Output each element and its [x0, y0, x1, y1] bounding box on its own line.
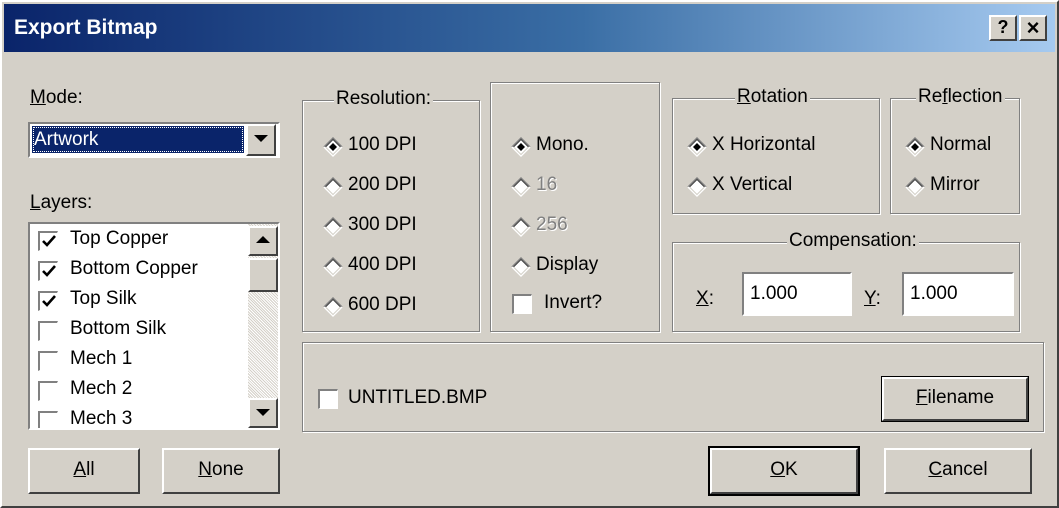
scroll-up-button[interactable]	[248, 226, 278, 256]
layers-label: Layers:	[30, 192, 93, 213]
layer-label: Mech 1	[70, 348, 133, 369]
close-button[interactable]: ×	[1019, 15, 1047, 41]
compensation-title: Compensation:	[787, 230, 919, 252]
layer-label: Top Silk	[70, 288, 137, 309]
rotation-title: Rotation	[735, 86, 810, 108]
checkmark-icon	[41, 295, 56, 307]
export-bitmap-dialog: Export Bitmap ? × Mode: Artwork Layers: …	[0, 0, 1059, 508]
mode-dropdown-button[interactable]	[246, 124, 276, 156]
mode-label: Mode:	[30, 87, 83, 108]
color-radio[interactable]	[510, 136, 532, 164]
ok-button[interactable]: OK	[708, 446, 860, 496]
x-compensation-input[interactable]: 1.000	[742, 272, 852, 316]
checkmark-icon	[41, 265, 56, 277]
x-label: X:	[696, 288, 714, 309]
reflection-radio[interactable]	[904, 176, 926, 204]
resolution-option-label: 100 DPI	[348, 134, 417, 155]
select-none-button[interactable]: None	[162, 448, 280, 494]
color-option-label: Display	[536, 254, 599, 275]
y-compensation-input[interactable]: 1.000	[902, 272, 1014, 316]
invert-checkbox-box[interactable]	[512, 294, 532, 314]
reflection-title: Reflection	[916, 86, 1005, 108]
resolution-option-label: 300 DPI	[348, 214, 417, 235]
filename-button[interactable]: Filename	[881, 376, 1029, 422]
radio-diamond-icon	[687, 137, 707, 157]
layer-label: Mech 3	[70, 408, 133, 429]
layer-label: Bottom Silk	[70, 318, 167, 339]
reflection-option-label: Mirror	[930, 174, 980, 195]
layer-checkbox[interactable]	[38, 351, 58, 371]
resolution-radio[interactable]	[322, 296, 344, 324]
radio-diamond-icon	[323, 297, 343, 317]
radio-diamond-icon	[511, 257, 531, 277]
color-radio	[510, 176, 532, 204]
help-button[interactable]: ?	[989, 15, 1017, 41]
resolution-radio[interactable]	[322, 176, 344, 204]
y-label: Y:	[864, 288, 881, 309]
dialog-title: Export Bitmap	[14, 16, 158, 39]
radio-diamond-icon	[323, 217, 343, 237]
cancel-button[interactable]: Cancel	[884, 448, 1032, 494]
layer-label: Bottom Copper	[70, 258, 198, 279]
layer-checkbox[interactable]	[38, 321, 58, 341]
radio-diamond-icon	[323, 257, 343, 277]
chevron-up-icon	[256, 236, 270, 243]
radio-diamond-icon	[687, 177, 707, 197]
radio-diamond-icon	[511, 177, 531, 197]
chevron-down-icon	[254, 135, 268, 142]
resolution-title: Resolution:	[334, 88, 434, 110]
layers-scrollbar[interactable]	[248, 224, 278, 428]
reflection-option-label: Normal	[930, 134, 992, 155]
output-file-label: UNTITLED.BMP	[348, 387, 488, 408]
radio-diamond-icon	[323, 177, 343, 197]
rotation-radio[interactable]	[686, 176, 708, 204]
invert-label: Invert?	[544, 292, 603, 313]
color-option-label: Mono.	[536, 134, 589, 155]
resolution-option-label: 600 DPI	[348, 294, 417, 315]
color-option-label: 256	[536, 214, 568, 235]
layer-checkbox[interactable]	[38, 381, 58, 401]
reflection-radio[interactable]	[904, 136, 926, 164]
color-radio[interactable]	[510, 256, 532, 284]
resolution-radio[interactable]	[322, 136, 344, 164]
resolution-option-label: 400 DPI	[348, 254, 417, 275]
mode-dropdown[interactable]: Artwork	[28, 122, 280, 158]
layer-checkbox[interactable]	[38, 231, 58, 251]
resolution-option-label: 200 DPI	[348, 174, 417, 195]
resolution-radio[interactable]	[322, 216, 344, 244]
output-file-checkbox-box[interactable]	[318, 389, 338, 409]
chevron-down-icon	[256, 409, 270, 416]
scroll-thumb[interactable]	[248, 258, 278, 292]
resolution-radio[interactable]	[322, 256, 344, 284]
rotation-option-label: X Vertical	[712, 174, 793, 195]
layer-label: Mech 2	[70, 378, 133, 399]
title-bar[interactable]: Export Bitmap ? ×	[4, 4, 1055, 52]
color-radio	[510, 216, 532, 244]
layer-checkbox[interactable]	[38, 261, 58, 281]
rotation-option-label: X Horizontal	[712, 134, 816, 155]
layers-list[interactable]: Top Copper Bottom Copper Top Silk Bottom Si…	[28, 222, 280, 430]
layer-label: Top Copper	[70, 228, 169, 249]
radio-diamond-icon	[323, 137, 343, 157]
radio-diamond-icon	[905, 177, 925, 197]
radio-diamond-icon	[511, 217, 531, 237]
checkmark-icon	[41, 235, 56, 247]
rotation-radio[interactable]	[686, 136, 708, 164]
layer-checkbox[interactable]	[38, 291, 58, 311]
layer-checkbox[interactable]	[38, 411, 58, 428]
scroll-down-button[interactable]	[248, 398, 278, 428]
radio-diamond-icon	[905, 137, 925, 157]
select-all-button[interactable]: All	[28, 448, 140, 494]
color-option-label: 16	[536, 174, 558, 195]
radio-diamond-icon	[511, 137, 531, 157]
mode-value: Artwork	[32, 126, 244, 153]
